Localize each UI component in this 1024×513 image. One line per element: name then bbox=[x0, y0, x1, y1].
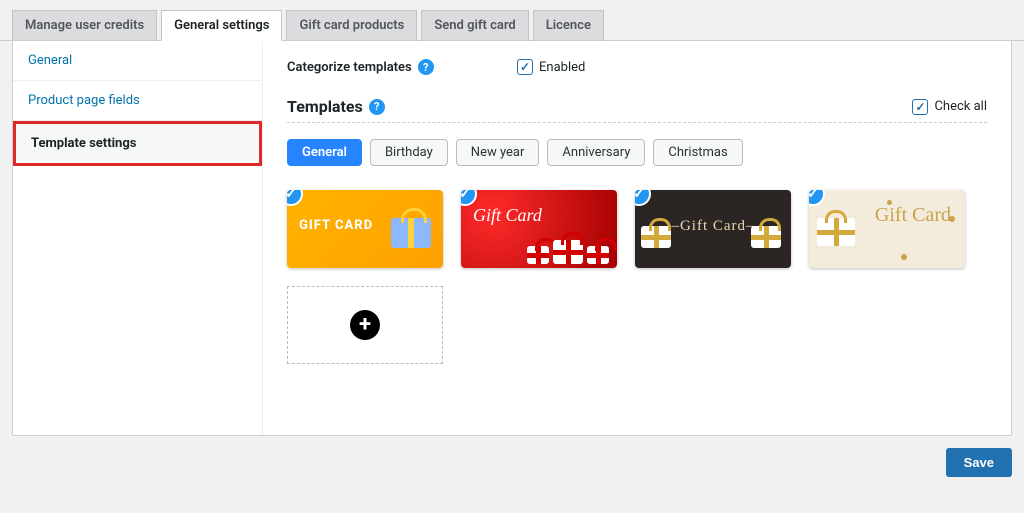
add-template-button[interactable]: + bbox=[287, 286, 443, 364]
gift-icon bbox=[527, 240, 609, 264]
template-cards: ✓ GIFT CARD ✓ Gift Card ✓ –Gift Card– bbox=[287, 190, 987, 364]
category-pill-general[interactable]: General bbox=[287, 139, 362, 166]
template-card[interactable]: ✓ Gift Card bbox=[809, 190, 965, 268]
tab-gift-card-products[interactable]: Gift card products bbox=[286, 10, 417, 41]
checkbox-icon bbox=[912, 99, 928, 115]
templates-title: Templates ? bbox=[287, 97, 385, 116]
save-button[interactable]: Save bbox=[946, 448, 1012, 477]
settings-content: Categorize templates ? Enabled Templates… bbox=[263, 41, 1011, 435]
check-all-label: Check all bbox=[934, 99, 987, 114]
sidebar-item-product-page-fields[interactable]: Product page fields bbox=[13, 81, 262, 121]
card-text: Gift Card bbox=[875, 206, 951, 224]
category-pill-anniversary[interactable]: Anniversary bbox=[547, 139, 645, 166]
category-pill-christmas[interactable]: Christmas bbox=[653, 139, 742, 166]
template-card[interactable]: ✓ GIFT CARD bbox=[287, 190, 443, 268]
gift-icon bbox=[817, 218, 861, 262]
templates-title-text: Templates bbox=[287, 97, 363, 116]
settings-panel: General Product page fields Template set… bbox=[12, 41, 1012, 436]
selected-badge-icon: ✓ bbox=[809, 190, 825, 206]
template-card[interactable]: ✓ –Gift Card– bbox=[635, 190, 791, 268]
sidebar-item-general[interactable]: General bbox=[13, 41, 262, 81]
tab-manage-user-credits[interactable]: Manage user credits bbox=[12, 10, 157, 41]
templates-section-header: Templates ? Check all bbox=[287, 97, 987, 123]
template-card[interactable]: ✓ Gift Card bbox=[461, 190, 617, 268]
card-text: GIFT CARD bbox=[299, 218, 373, 233]
tab-send-gift-card[interactable]: Send gift card bbox=[421, 10, 528, 41]
selected-badge-icon: ✓ bbox=[287, 190, 303, 206]
categorize-templates-label: Categorize templates ? bbox=[287, 59, 517, 75]
help-icon[interactable]: ? bbox=[369, 99, 385, 115]
top-tabs: Manage user credits General settings Gif… bbox=[0, 0, 1024, 41]
sidebar-item-template-settings[interactable]: Template settings bbox=[13, 121, 262, 166]
checkbox-icon bbox=[517, 59, 533, 75]
tab-general-settings[interactable]: General settings bbox=[161, 10, 282, 41]
gift-icon bbox=[641, 226, 675, 260]
card-text: Gift Card bbox=[473, 206, 542, 224]
category-pill-birthday[interactable]: Birthday bbox=[370, 139, 448, 166]
plus-icon: + bbox=[350, 310, 380, 340]
footer: Save bbox=[0, 436, 1024, 489]
categorize-label-text: Categorize templates bbox=[287, 60, 412, 75]
gift-icon bbox=[391, 218, 435, 262]
help-icon[interactable]: ? bbox=[418, 59, 434, 75]
categorize-templates-row: Categorize templates ? Enabled bbox=[287, 59, 987, 75]
enabled-label: Enabled bbox=[539, 60, 585, 75]
selected-badge-icon: ✓ bbox=[461, 190, 477, 206]
category-pill-new-year[interactable]: New year bbox=[456, 139, 540, 166]
settings-sidebar: General Product page fields Template set… bbox=[13, 41, 263, 435]
check-all-checkbox[interactable]: Check all bbox=[912, 99, 987, 115]
categorize-enabled-checkbox[interactable]: Enabled bbox=[517, 59, 585, 75]
category-pills: General Birthday New year Anniversary Ch… bbox=[287, 139, 987, 166]
gift-icon bbox=[751, 226, 785, 260]
tab-licence[interactable]: Licence bbox=[533, 10, 604, 41]
selected-badge-icon: ✓ bbox=[635, 190, 651, 206]
